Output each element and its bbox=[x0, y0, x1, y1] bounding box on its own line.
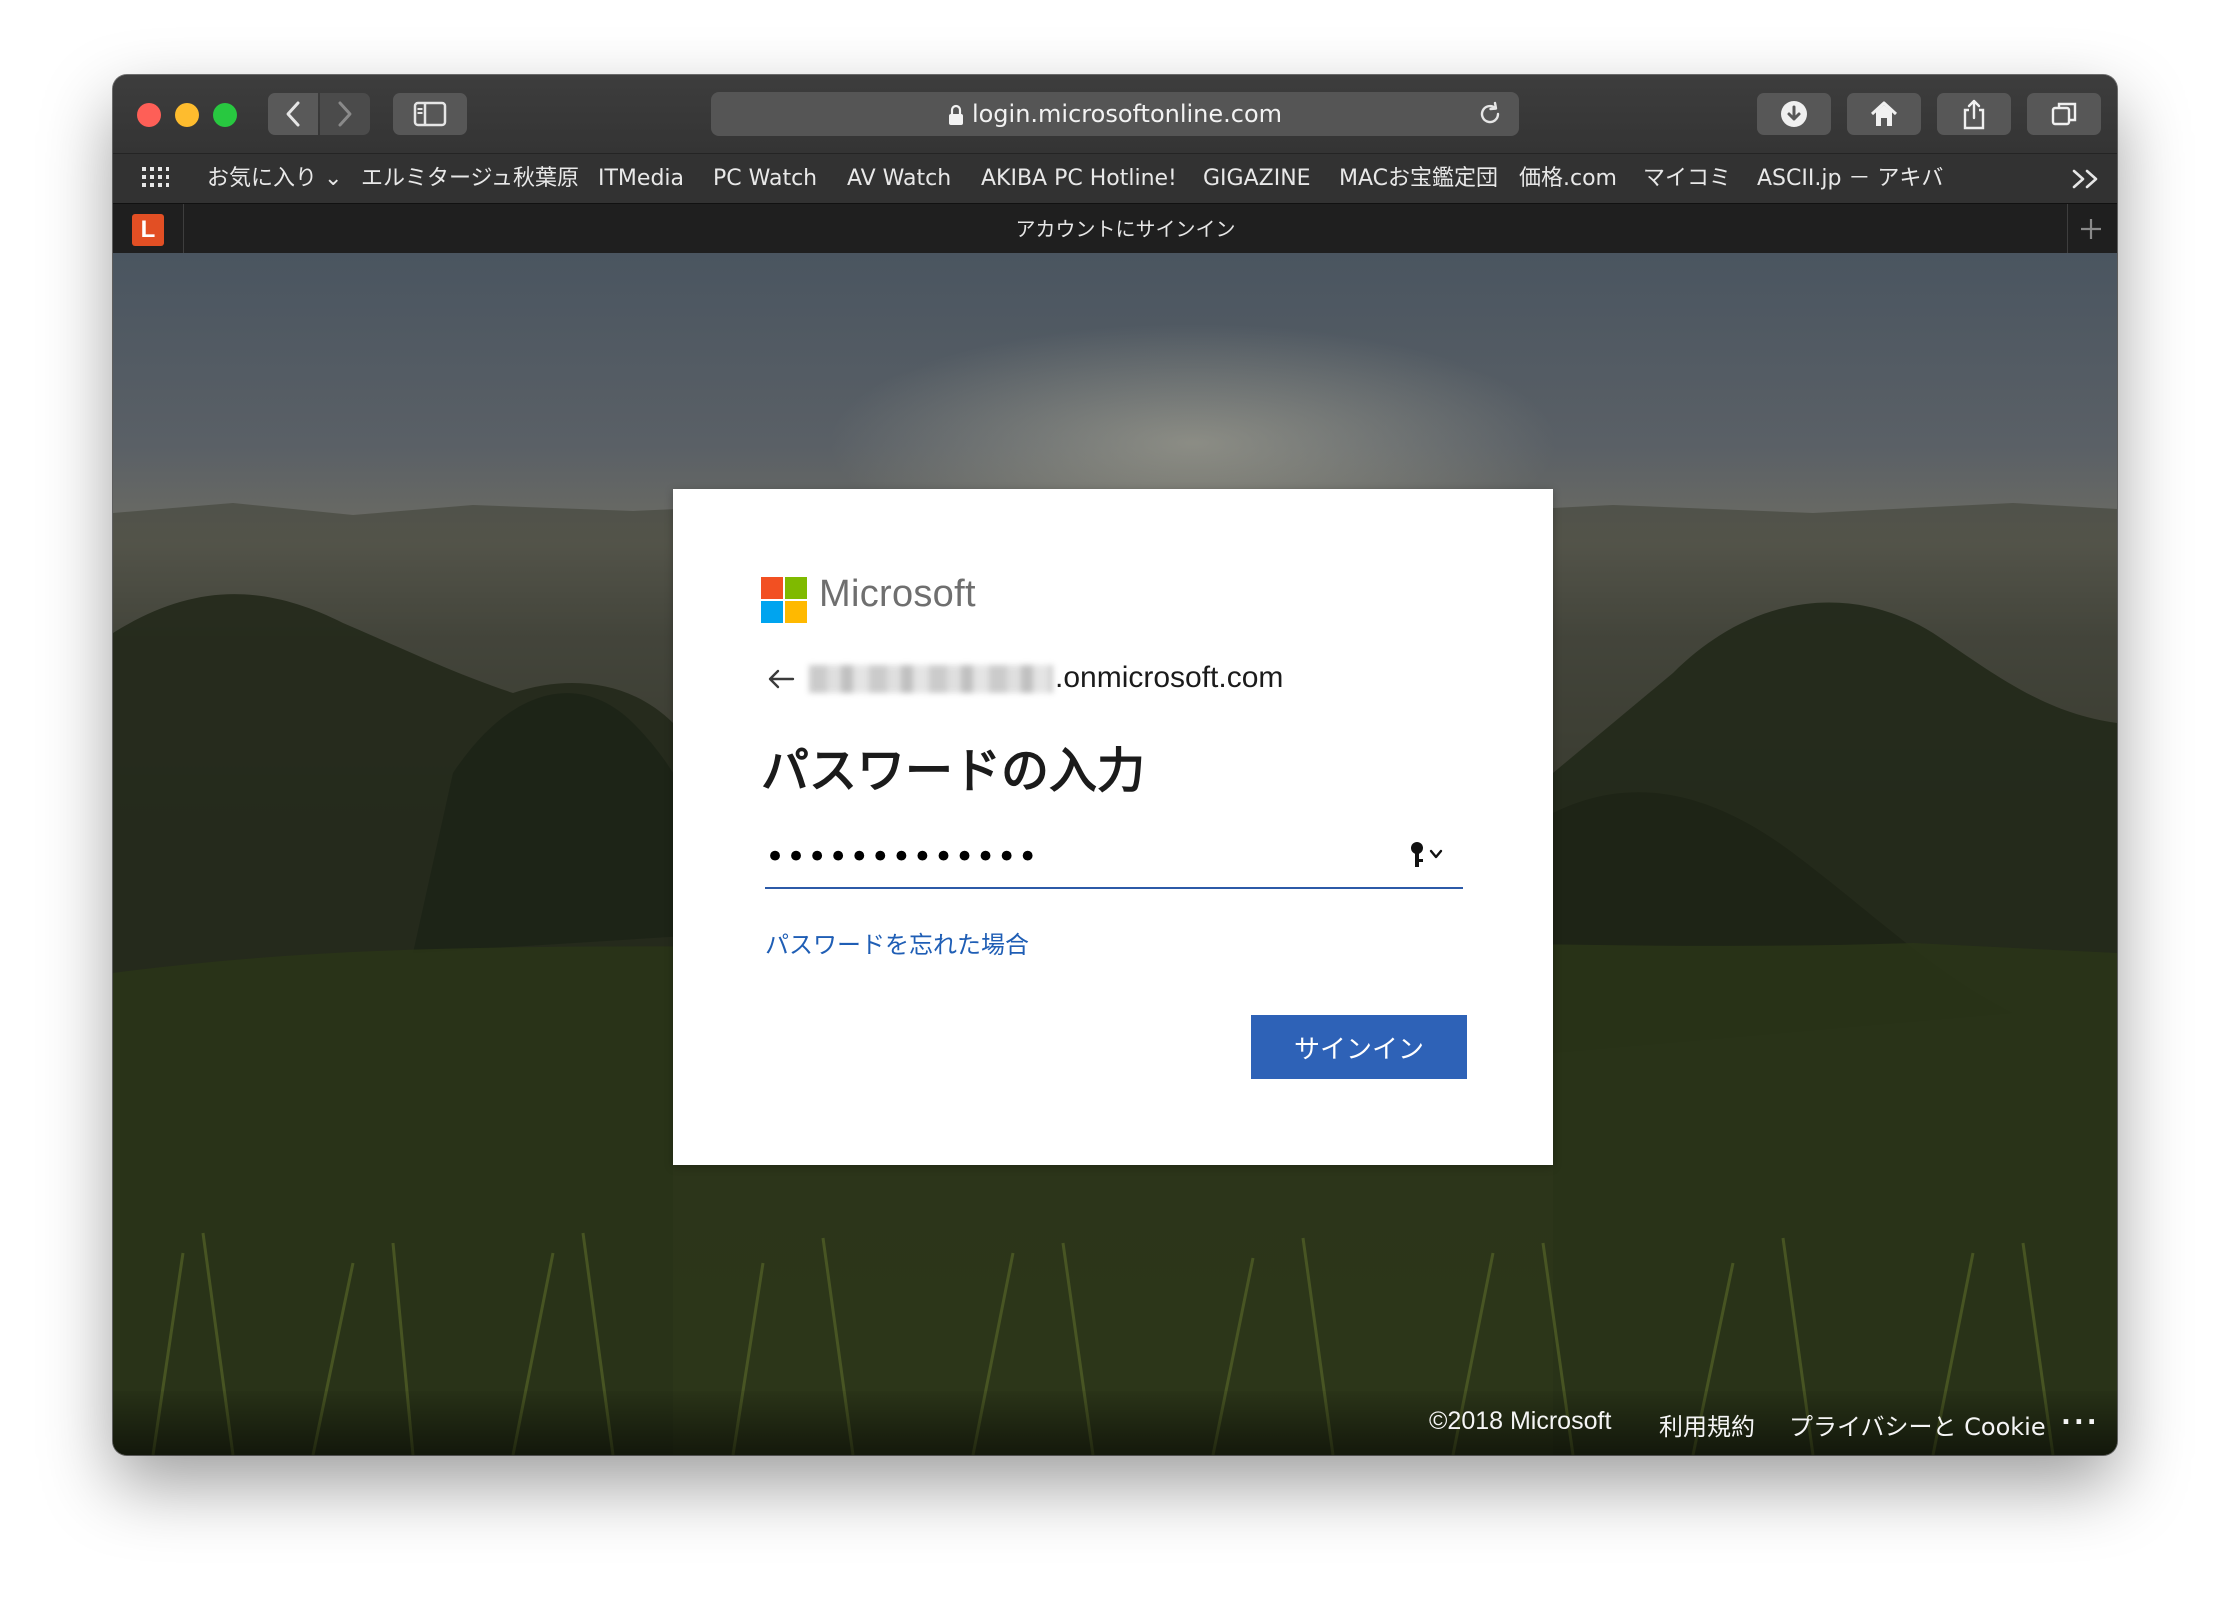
bookmark-item[interactable]: ASCII.jp － アキバ bbox=[1757, 154, 1943, 204]
more-bookmarks-icon[interactable] bbox=[2071, 166, 2101, 192]
active-tab[interactable]: アカウントにサインイン bbox=[184, 204, 2067, 254]
share-icon bbox=[1963, 99, 1985, 130]
bookmark-item[interactable]: マイコミ bbox=[1643, 154, 1731, 204]
password-field[interactable] bbox=[765, 827, 1463, 889]
bookmark-item[interactable]: MACお宝鑑定団 bbox=[1339, 154, 1498, 204]
show-tabs-button[interactable] bbox=[2027, 93, 2101, 135]
home-button[interactable] bbox=[1847, 93, 1921, 135]
password-key-icon[interactable] bbox=[1409, 841, 1447, 871]
bookmark-item[interactable]: ITMedia bbox=[598, 154, 684, 204]
close-window-button[interactable] bbox=[137, 103, 161, 127]
bookmark-item[interactable]: GIGAZINE bbox=[1203, 154, 1311, 204]
bookmark-item[interactable]: PC Watch bbox=[713, 154, 817, 204]
tabs-overview-icon bbox=[2051, 102, 2077, 126]
downloads-button[interactable] bbox=[1757, 93, 1831, 135]
microsoft-wordmark: Microsoft bbox=[819, 573, 976, 615]
bookmark-item[interactable]: AV Watch bbox=[847, 154, 951, 204]
reload-icon[interactable] bbox=[1477, 101, 1503, 127]
share-button[interactable] bbox=[1937, 93, 2011, 135]
page-background: Microsoft .onmicrosoft.com パスワードの入力 パスワー… bbox=[113, 253, 2117, 1455]
signin-card: Microsoft .onmicrosoft.com パスワードの入力 パスワー… bbox=[673, 489, 1553, 1165]
privacy-cookie-link[interactable]: プライバシーと Cookie bbox=[1789, 1407, 2046, 1442]
lock-icon bbox=[948, 104, 963, 125]
zoom-window-button[interactable] bbox=[213, 103, 237, 127]
bookmark-item[interactable]: 価格.com bbox=[1519, 154, 1617, 204]
home-icon bbox=[1870, 101, 1898, 126]
terms-link[interactable]: 利用規約 bbox=[1659, 1407, 1755, 1442]
blurred-account-name bbox=[809, 665, 1053, 693]
bookmark-item[interactable]: エルミタージュ秋葉原 bbox=[361, 154, 579, 204]
browser-toolbar: login.microsoftonline.com bbox=[113, 75, 2117, 153]
new-tab-plus-icon[interactable] bbox=[2079, 217, 2103, 241]
forgot-password-link[interactable]: パスワードを忘れた場合 bbox=[765, 925, 1029, 960]
sidebar-icon bbox=[413, 101, 447, 127]
bookmark-item[interactable]: AKIBA PC Hotline! bbox=[981, 154, 1177, 204]
page-title: パスワードの入力 bbox=[761, 743, 1146, 799]
tab-divider bbox=[2067, 204, 2068, 254]
back-arrow-icon[interactable] bbox=[767, 668, 795, 690]
apps-grid-icon[interactable] bbox=[141, 166, 169, 192]
minimize-window-button[interactable] bbox=[175, 103, 199, 127]
signin-button[interactable]: サインイン bbox=[1251, 1015, 1467, 1079]
address-url: login.microsoftonline.com bbox=[971, 100, 1283, 128]
address-bar[interactable]: login.microsoftonline.com bbox=[711, 92, 1519, 136]
forward-button[interactable] bbox=[320, 93, 370, 135]
bookmarks-bar: お気に入り ⌄ エルミタージュ秋葉原 ITMedia PC Watch AV W… bbox=[113, 153, 2117, 204]
account-domain: .onmicrosoft.com bbox=[1055, 661, 1284, 694]
browser-window: login.microsoftonline.com お気に入り ⌄ エルミタージ… bbox=[113, 75, 2117, 1455]
tab-favicon: L bbox=[132, 214, 164, 246]
microsoft-logo-icon bbox=[761, 577, 807, 623]
sidebar-button[interactable] bbox=[393, 93, 467, 135]
navigation-buttons bbox=[268, 93, 370, 135]
chevron-left-icon bbox=[286, 101, 300, 127]
back-button[interactable] bbox=[268, 93, 318, 135]
bookmark-favorites-folder[interactable]: お気に入り ⌄ bbox=[207, 154, 342, 204]
tab-bar: L アカウントにサインイン bbox=[113, 203, 2117, 254]
copyright-text: ©2018 Microsoft bbox=[1429, 1407, 1612, 1435]
chevron-right-icon bbox=[338, 101, 352, 127]
more-options-button[interactable]: ... bbox=[2061, 1401, 2100, 1431]
download-icon bbox=[1781, 101, 1807, 127]
